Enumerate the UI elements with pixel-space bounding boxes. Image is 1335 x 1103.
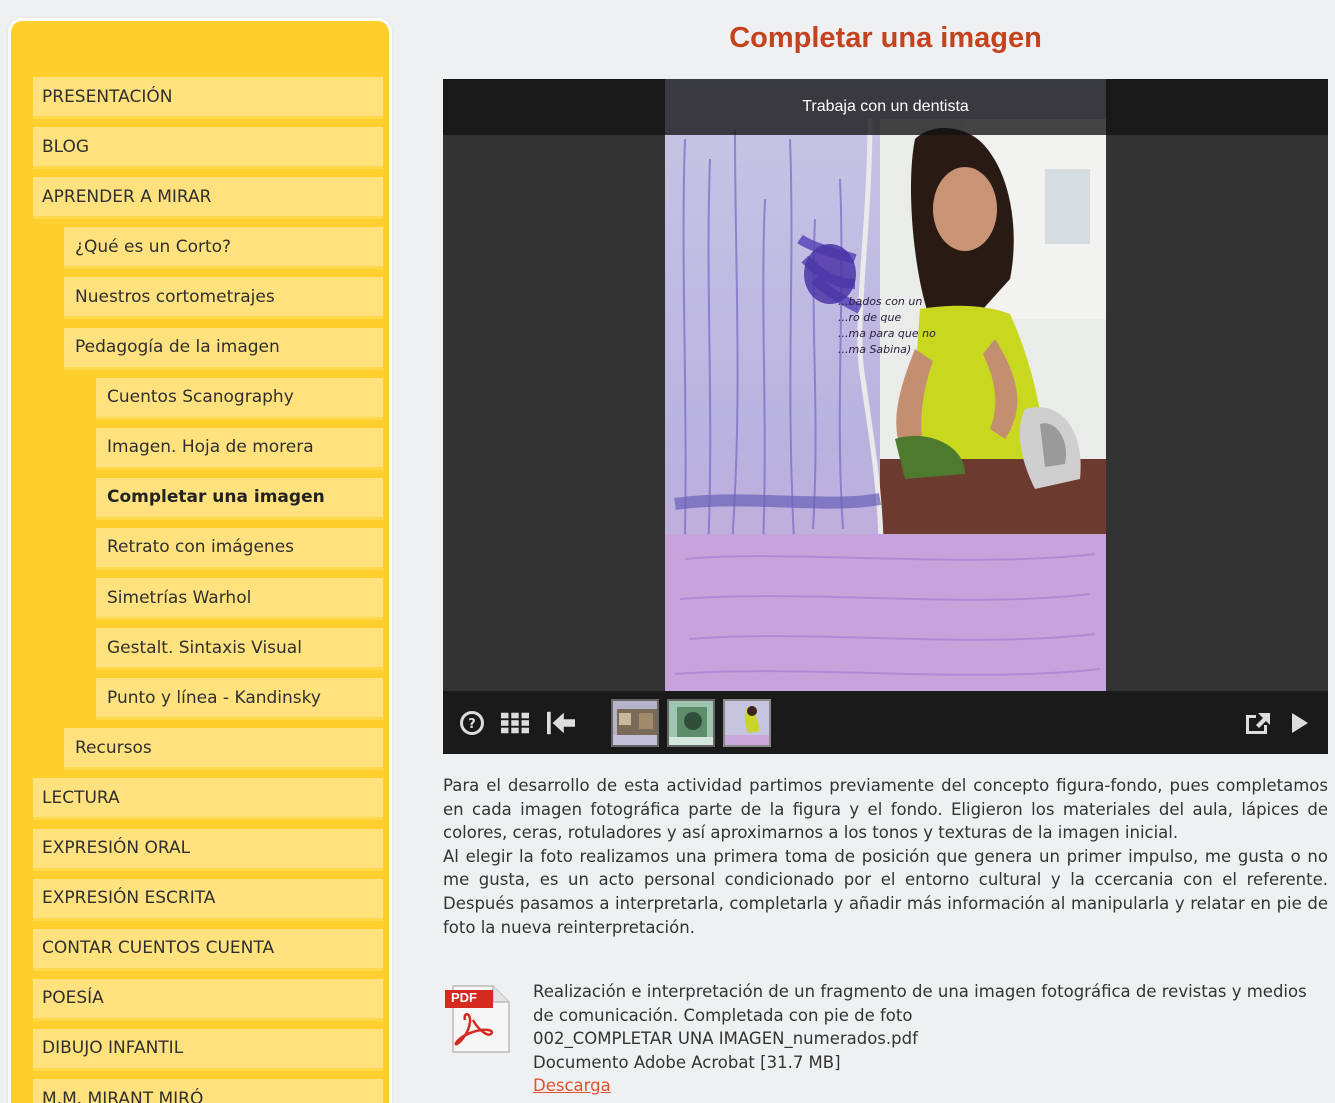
help-icon[interactable]: ? [458, 709, 486, 737]
caption-text: Trabaja con un dentista [802, 98, 969, 115]
nav-item-label: Gestalt. Sintaxis Visual [107, 637, 302, 658]
play-icon[interactable] [1286, 709, 1314, 737]
nav-item[interactable]: Gestalt. Sintaxis Visual [96, 628, 383, 671]
nav-item-label: APRENDER A MIRAR [42, 186, 212, 207]
nav-item-label: POESÍA [42, 988, 104, 1009]
image-gallery: ...bados con un ...ro de que ...ma para … [443, 79, 1328, 754]
nav-item[interactable]: Recursos [64, 728, 383, 771]
download-filetype: Documento Adobe Acrobat [31.7 MB] [533, 1052, 841, 1072]
handwriting-line: ...ma para que no [838, 327, 936, 340]
nav-item-label: ¿Qué es un Corto? [75, 236, 232, 257]
svg-text:?: ? [468, 717, 476, 732]
nav-item[interactable]: Pedagogía de la imagen [64, 327, 383, 370]
nav-item-label: LECTURA [42, 787, 120, 808]
nav-item-label: Pedagogía de la imagen [75, 337, 280, 357]
nav-item[interactable]: Imagen. Hoja de morera [96, 427, 383, 470]
nav-item-label: DIBUJO INFANTIL [42, 1038, 184, 1059]
child-drawing-photo: ...bados con un ...ro de que ...ma para … [665, 79, 1106, 691]
thumbnail-3[interactable] [723, 699, 771, 747]
description-paragraph: Para el desarrollo de esta actividad par… [443, 776, 1328, 843]
grid-icon[interactable] [501, 709, 529, 737]
fullscreen-icon[interactable] [1244, 709, 1272, 737]
pdf-badge: PDF [451, 990, 477, 1005]
nav-item[interactable]: BLOG [33, 127, 383, 170]
nav-item[interactable]: DIBUJO INFANTIL [33, 1028, 383, 1071]
nav-item-label: Simetrías Warhol [107, 587, 252, 608]
gallery-toolbar: ? [443, 691, 1328, 754]
nav-item-label: M.M. MIRANT MIRÓ [42, 1088, 204, 1103]
nav-item-label: Cuentos Scanography [107, 387, 294, 408]
nav-item-label: Imagen. Hoja de morera [107, 437, 314, 458]
gallery-caption: Trabaja con un dentista [443, 79, 1328, 135]
nav-item-label: EXPRESIÓN ESCRITA [42, 888, 216, 909]
download-info: Realización e interpretación de un fragm… [533, 980, 1323, 1098]
nav-item[interactable]: Simetrías Warhol [96, 578, 383, 620]
thumbnail-1[interactable] [611, 699, 659, 747]
download-link[interactable]: Descarga [533, 1076, 611, 1095]
nav-item[interactable]: Nuestros cortometrajes [64, 277, 383, 320]
handwriting-line: ...ma Sabina) [838, 343, 911, 356]
nav-item-label: Nuestros cortometrajes [75, 286, 275, 307]
first-image-icon[interactable] [547, 709, 575, 737]
download-summary: Realización e interpretación de un fragm… [533, 982, 1307, 1025]
nav-item-label: BLOG [42, 136, 90, 157]
nav-item-label: CONTAR CUENTOS CUENTA [42, 938, 275, 959]
pdf-file-icon[interactable]: PDF [443, 982, 511, 1054]
nav-item-label: Completar una imagen [107, 487, 325, 508]
activity-description: Para el desarrollo de esta actividad par… [443, 774, 1328, 939]
download-filename: 002_COMPLETAR UNA IMAGEN_numerados.pdf [533, 1029, 918, 1048]
download-block: PDF Realización e interpretación de un f… [443, 980, 1328, 1100]
handwriting-line: ...ro de que [838, 311, 901, 324]
nav-item[interactable]: EXPRESIÓN ORAL [33, 828, 383, 871]
handwriting-line: ...bados con un [838, 295, 922, 308]
nav-item[interactable]: PRESENTACIÓN [33, 77, 383, 119]
nav-item[interactable]: APRENDER A MIRAR [33, 177, 383, 220]
nav-item[interactable]: EXPRESIÓN ESCRITA [33, 878, 383, 921]
nav-item[interactable]: Completar una imagen [96, 477, 383, 520]
nav-item[interactable]: Punto y línea - Kandinsky [96, 678, 383, 721]
nav-item[interactable]: Retrato con imágenes [96, 527, 383, 570]
nav-item-label: EXPRESIÓN ORAL [42, 838, 191, 858]
gallery-photo[interactable]: ...bados con un ...ro de que ...ma para … [665, 79, 1106, 691]
sidebar-nav: PRESENTACIÓN BLOG APRENDER A MIRAR ¿Qué es … [8, 18, 392, 1103]
nav-item[interactable]: CONTAR CUENTOS CUENTA [33, 928, 383, 971]
nav-item-label: Retrato con imágenes [107, 537, 295, 558]
nav-item-label: PRESENTACIÓN [42, 86, 173, 107]
page-title: Completar una imagen [729, 22, 1042, 54]
nav-item[interactable]: LECTURA [33, 778, 383, 821]
nav-item-label: Punto y línea - Kandinsky [107, 687, 321, 708]
thumbnail-2[interactable] [667, 699, 715, 747]
nav-item[interactable]: M.M. MIRANT MIRÓ [33, 1079, 383, 1103]
nav-item-label: Recursos [75, 737, 152, 758]
nav-item[interactable]: Cuentos Scanography [96, 377, 383, 420]
nav-item[interactable]: POESÍA [33, 978, 383, 1021]
description-paragraph: Al elegir la foto realizamos una primera… [443, 846, 1328, 937]
nav-item[interactable]: ¿Qué es un Corto? [64, 227, 383, 270]
